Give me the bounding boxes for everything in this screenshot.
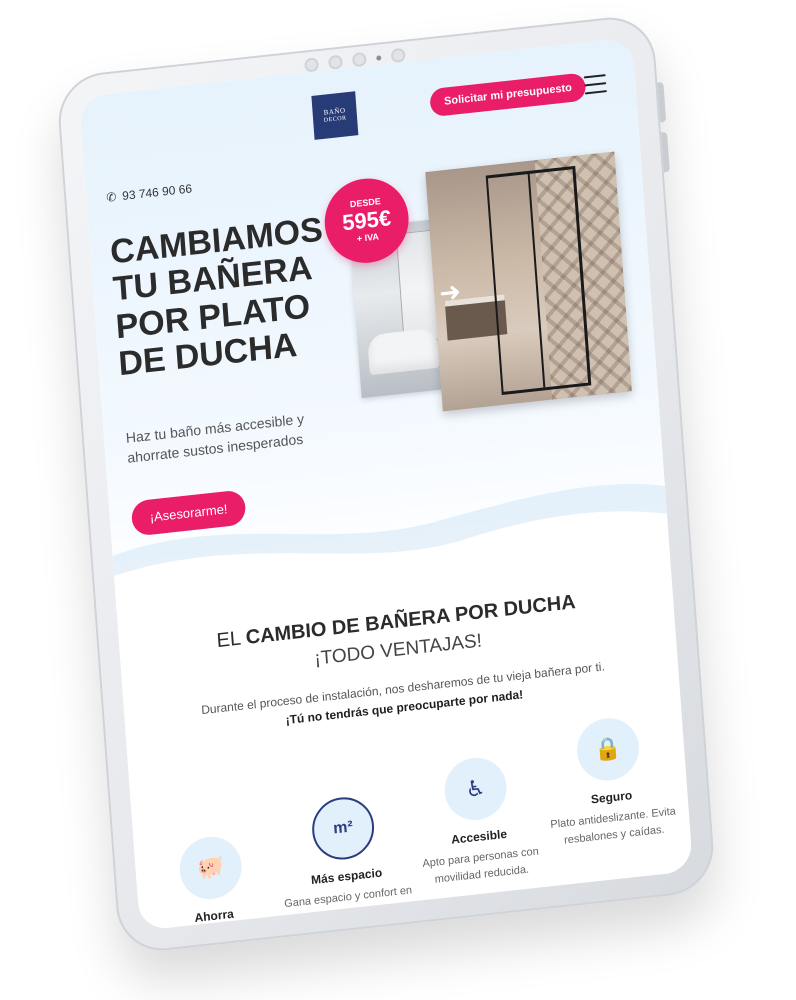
lock-icon: 🔒 (574, 715, 642, 784)
tablet-mockup: BAÑO DECOR Solicitar mi presupuesto ✆ 93… (0, 0, 796, 1000)
logo-line-2: DECOR (323, 114, 347, 124)
benefit-item-ahorra: 🐖 Ahorra Paga menos en tus facturas cada… (144, 830, 283, 931)
benefit-item-accesible: ♿ Accesible Apto para personas con movil… (409, 751, 548, 891)
price-vat-label: + IVA (356, 231, 380, 244)
square-meters-icon: m² (310, 794, 377, 863)
piggy-bank-icon: 🐖 (177, 833, 244, 903)
benefit-desc: Apto para personas con movilidad reducid… (422, 845, 540, 886)
tablet-frame: BAÑO DECOR Solicitar mi presupuesto ✆ 93… (55, 12, 717, 956)
bathtub (367, 327, 440, 376)
section-title-prefix: EL (215, 626, 247, 653)
tablet-screen: BAÑO DECOR Solicitar mi presupuesto ✆ 93… (78, 37, 694, 931)
phone-icon: ✆ (105, 189, 117, 205)
benefit-item-seguro: 🔒 Seguro Plato antideslizante. Evita res… (541, 711, 680, 851)
benefits-list: 🐖 Ahorra Paga menos en tus facturas cada… (139, 715, 687, 931)
benefit-title: Ahorra (194, 906, 235, 925)
phone-number: 93 746 90 66 (121, 181, 193, 203)
volume-button (660, 131, 670, 173)
request-quote-button[interactable]: Solicitar mi presupuesto (429, 72, 587, 118)
menu-icon[interactable] (583, 74, 607, 95)
hero-headline: CAMBIAMOS TU BAÑERA POR PLATO DE DUCHA (108, 210, 325, 384)
price-amount: 595€ (341, 205, 392, 236)
sensor-icon (376, 54, 382, 61)
arrow-right-icon: ➜ (438, 276, 463, 310)
volume-button (657, 81, 667, 123)
brand-logo[interactable]: BAÑO DECOR (311, 91, 359, 140)
wheelchair-icon: ♿ (442, 754, 509, 824)
shower-glass-panel (485, 165, 592, 396)
hero-subline: Haz tu baño más accesible y ahorrate sus… (125, 410, 305, 466)
benefit-item-espacio: m² Más espacio Gana espacio y confort en… (276, 790, 415, 930)
benefit-desc: Plato antideslizante. Evita resbalones y… (549, 805, 677, 847)
benefit-desc: Gana espacio y confort en tu baño. (283, 884, 413, 923)
phone-link[interactable]: ✆ 93 746 90 66 (106, 181, 193, 204)
